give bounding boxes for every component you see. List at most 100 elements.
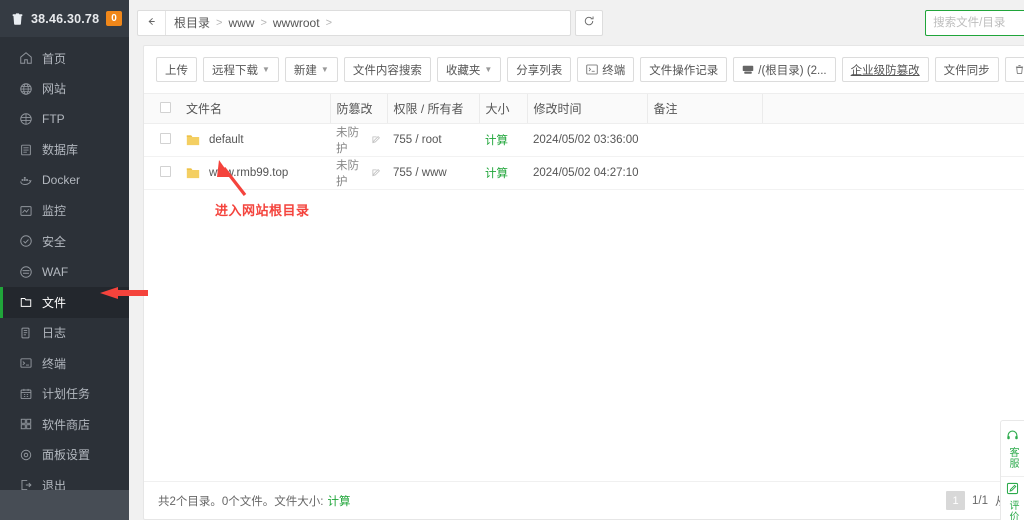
content-search-button[interactable]: 文件内容搜索 [343,57,431,82]
col-mtime[interactable]: 修改时间 [526,93,647,124]
remote-download-button[interactable]: 远程下载 ▼ [203,57,279,82]
calc-size-link[interactable]: 计算 [485,168,508,180]
content-search-label: 文件内容搜索 [352,64,422,77]
row-permission-cell[interactable]: 755 / www [387,156,479,190]
top-bar: 根目录 > www > wwwroot > 包含子目录 [129,0,1024,45]
sidebar-item-logout[interactable]: 退出 [0,470,129,490]
select-all-checkbox[interactable] [159,101,171,113]
sidebar-item-database[interactable]: 数据库 [0,135,129,166]
sidebar-item-files[interactable]: 文件 [0,287,129,318]
row-select-cell[interactable] [144,156,180,190]
sidebar-item-label: 日志 [42,326,67,341]
chevron-down-icon: ▼ [484,65,493,74]
breadcrumb-item-www[interactable]: www [228,16,254,30]
table-empty-space [144,190,1024,481]
annotation-note: 进入网站根目录 [215,203,310,218]
sidebar-item-terminal[interactable]: 终端 [0,348,129,379]
tamper-protection-button[interactable]: 企业级防篡改 [841,57,929,82]
col-size[interactable]: 大小 [478,93,527,124]
summary-calc-link[interactable]: 计算 [328,493,351,509]
globe-icon [19,82,33,96]
col-permission[interactable]: 权限 / 所有者 [386,93,479,124]
sidebar-header[interactable]: 38.46.30.78 0 [0,0,129,37]
breadcrumb-item-wwwroot[interactable]: wwwroot [273,16,320,30]
sidebar-item-ftp[interactable]: FTP [0,104,129,135]
protection-status: 未防护 [336,160,359,188]
rating-button[interactable]: 评价 [1001,476,1024,520]
panel-logo-icon [11,12,24,26]
upload-button[interactable]: 上传 [156,57,197,82]
sidebar-item-docker[interactable]: Docker [0,165,129,196]
sidebar-item-cron[interactable]: 计划任务 [0,379,129,410]
new-button[interactable]: 新建 ▼ [284,57,338,82]
favorites-button[interactable]: 收藏夹 ▼ [436,57,502,82]
headset-icon [1006,429,1019,445]
edit-shield-icon[interactable] [371,135,381,145]
col-filename[interactable]: 文件名 [180,93,330,124]
row-name-cell[interactable]: default [180,123,330,157]
trash-icon [1014,64,1024,75]
table-row[interactable]: default 未防护 755 / root 计算 2024/05/02 03:… [144,123,1024,157]
file-name[interactable]: www.rmb99.top [209,167,288,179]
search-input[interactable] [926,10,1024,35]
select-all-header[interactable] [144,93,180,124]
chevron-down-icon: ▼ [320,65,329,74]
row-size-cell[interactable]: 计算 [479,123,527,157]
table-row[interactable]: www.rmb99.top 未防护 755 / www 计算 2024/05/0… [144,156,1024,190]
gear-icon [19,448,33,462]
share-list-button[interactable]: 分享列表 [507,57,572,82]
calendar-icon [19,387,33,401]
sidebar: 38.46.30.78 0 首页 网站 FTP 数据库 Docker 监控 安全… [0,0,129,520]
remote-download-label: 远程下载 [212,64,258,77]
sidebar-item-website[interactable]: 网站 [0,74,129,105]
row-note-cell[interactable] [647,123,762,157]
refresh-button[interactable] [575,9,603,36]
waf-icon [19,265,33,279]
row-permission-cell[interactable]: 755 / root [387,123,479,157]
customer-service-button[interactable]: 客服 [1001,426,1024,472]
recycle-bin-button[interactable]: 回收站 [1004,57,1024,82]
notification-badge[interactable]: 0 [106,11,122,26]
main-content: 根目录 > www > wwwroot > 包含子目录 [129,0,1024,520]
toolbar-right-group: 回收站 [1004,57,1024,82]
calc-size-link[interactable]: 计算 [485,135,508,147]
sidebar-item-label: 安全 [42,234,67,249]
sidebar-item-label: 计划任务 [42,387,91,402]
sidebar-item-home[interactable]: 首页 [0,43,129,74]
page-number-button[interactable]: 1 [946,491,966,510]
sidebar-item-monitor[interactable]: 监控 [0,196,129,227]
share-list-label: 分享列表 [516,64,563,77]
row-checkbox[interactable] [159,133,171,144]
file-sync-button[interactable]: 文件同步 [934,57,999,82]
row-protection-cell[interactable]: 未防护 [330,123,387,157]
breadcrumb-separator: > [216,16,223,29]
sidebar-item-settings[interactable]: 面板设置 [0,440,129,471]
row-note-cell[interactable] [647,156,762,190]
row-checkbox[interactable] [159,166,171,177]
row-size-cell[interactable]: 计算 [479,156,527,190]
edit-shield-icon[interactable] [371,168,381,178]
row-protection-cell[interactable]: 未防护 [330,156,387,190]
sidebar-item-logs[interactable]: 日志 [0,318,129,349]
terminal-button[interactable]: 终端 [577,57,635,82]
summary-text: 共2个目录。0个文件。文件大小: [158,495,324,508]
col-spacer [761,93,1024,124]
sidebar-item-appstore[interactable]: 软件商店 [0,409,129,440]
upload-label: 上传 [165,64,188,77]
row-select-cell[interactable] [144,123,180,157]
home-icon [19,51,33,65]
folder-icon [186,167,200,179]
terminal-icon [586,64,598,75]
sidebar-item-waf[interactable]: WAF [0,257,129,288]
row-name-cell[interactable]: www.rmb99.top [180,156,330,190]
col-protection[interactable]: 防篡改 [329,93,387,124]
sidebar-item-security[interactable]: 安全 [0,226,129,257]
ftp-icon [19,112,33,126]
breadcrumb-item-root[interactable]: 根目录 [174,14,210,31]
disk-usage-button[interactable]: /(根目录) (2... [733,57,836,82]
back-button[interactable] [138,10,166,35]
file-name[interactable]: default [209,134,244,146]
col-note[interactable]: 备注 [646,93,762,124]
breadcrumb-separator: > [260,16,267,29]
file-operation-log-button[interactable]: 文件操作记录 [640,57,728,82]
